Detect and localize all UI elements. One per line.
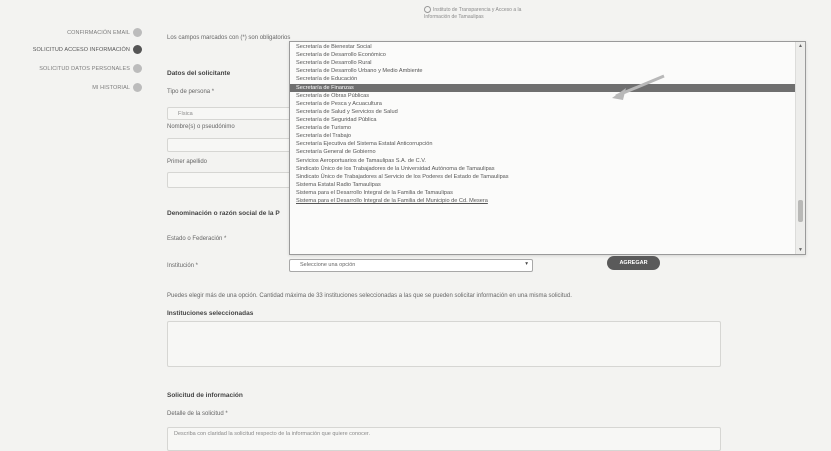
dropdown-option[interactable]: Sistema para el Desarrollo Integral de l… xyxy=(290,189,805,197)
chevron-down-icon: ▾ xyxy=(525,261,528,267)
required-note: Los campos marcados con (*) son obligato… xyxy=(167,35,291,41)
sidebar-item-historial[interactable]: Mi historial xyxy=(92,83,142,92)
dropdown-option[interactable]: Secretaría de Salud y Servicios de Salud xyxy=(290,108,805,116)
detalle-textarea[interactable]: Describa con claridad la solicitud respe… xyxy=(167,427,721,451)
dropdown-option[interactable]: Secretaría de Finanzas xyxy=(290,83,805,92)
nombre-label: Nombre(s) o pseudónimo xyxy=(167,124,235,130)
sidebar-item-solicitud-informacion[interactable]: Solicitud acceso información xyxy=(33,45,142,54)
dropdown-option[interactable]: Secretaría de Turismo xyxy=(290,124,805,132)
instituciones-selected-box[interactable] xyxy=(167,321,721,367)
primer-apellido-label: Primer apellido xyxy=(167,159,208,165)
help-text: Puedes elegir más de una opción. Cantida… xyxy=(167,293,572,299)
sidebar-item-label: Solicitud acceso información xyxy=(32,46,130,53)
scroll-up-icon[interactable]: ▲ xyxy=(796,42,805,50)
dropdown-option[interactable]: Secretaría de Seguridad Pública xyxy=(290,116,805,124)
primer-apellido-input[interactable] xyxy=(167,172,291,188)
instituciones-heading: Instituciones seleccionadas xyxy=(167,310,254,317)
sidebar-item-label: Solicitud datos personales xyxy=(39,65,130,72)
detalle-placeholder: Describa con claridad la solicitud respe… xyxy=(174,431,370,437)
estado-label: Estado o Federación * xyxy=(167,236,227,242)
dropdown-option[interactable]: Secretaría de Bienestar Social xyxy=(290,43,805,51)
institucion-select-value: Seleccione una opción xyxy=(300,262,356,268)
dropdown-option[interactable]: Secretaría de Educación xyxy=(290,75,805,83)
scroll-thumb[interactable] xyxy=(798,200,803,222)
sidebar-item-label: Mi historial xyxy=(92,84,130,91)
solicitante-heading: Datos del solicitante xyxy=(167,70,231,77)
tipo-persona-label: Tipo de persona * xyxy=(167,89,215,95)
arrow-pointer-icon xyxy=(612,74,665,100)
dropdown-option[interactable]: Secretaría de Desarrollo Económico xyxy=(290,51,805,59)
dropdown-option[interactable]: Secretaría de Obras Públicas xyxy=(290,92,805,100)
dropdown-option[interactable]: Sistema Estatal Radio Tamaulipas xyxy=(290,181,805,189)
institucion-label: Institución * xyxy=(167,263,199,269)
envelope-icon xyxy=(133,28,142,37)
tipo-persona-select[interactable]: Física xyxy=(167,107,291,120)
solicitud-heading: Solicitud de información xyxy=(167,392,243,399)
sidebar-item-datos-personales[interactable]: Solicitud datos personales xyxy=(39,64,142,73)
institucion-dropdown-list[interactable]: Secretaría de Bienestar Social Secretaría… xyxy=(289,41,806,255)
institucion-options: Secretaría de Bienestar Social Secretaría… xyxy=(290,42,805,205)
dropdown-option[interactable]: Secretaría del Trabajo xyxy=(290,132,805,140)
detalle-label: Detalle de la solicitud * xyxy=(167,411,228,417)
dropdown-option[interactable]: Secretaría de Pesca y Acuacultura xyxy=(290,100,805,108)
dropdown-option[interactable]: Secretaría de Desarrollo Rural xyxy=(290,59,805,67)
document-icon xyxy=(133,45,142,54)
dropdown-option[interactable]: Sindicato Único de Trabajadores al Servi… xyxy=(290,173,805,181)
scroll-down-icon[interactable]: ▼ xyxy=(796,246,805,254)
dropdown-option[interactable]: Sindicato Único de los Trabajadores de l… xyxy=(290,165,805,173)
razon-social-label: Denominación o razón social de la P xyxy=(167,210,280,217)
agregar-button[interactable]: AGREGAR xyxy=(607,256,660,270)
sidebar-item-label: Confirmación Email xyxy=(67,29,130,36)
history-icon xyxy=(133,83,142,92)
dropdown-option[interactable]: Secretaría Ejecutiva del Sistema Estatal… xyxy=(290,140,805,148)
user-icon xyxy=(133,64,142,73)
dropdown-option[interactable]: Servicios Aeroportuarios de Tamaulipas S… xyxy=(290,157,805,165)
dropdown-option[interactable]: Sistema para el Desarrollo Integral de l… xyxy=(290,197,805,205)
sidebar-item-confirmacion-email[interactable]: Confirmación Email xyxy=(67,28,142,37)
institucion-select[interactable]: Seleccione una opción ▾ xyxy=(289,259,533,272)
dropdown-option[interactable]: Secretaría de Desarrollo Urbano y Medio … xyxy=(290,67,805,75)
dropdown-option[interactable]: Secretaría General de Gobierno xyxy=(290,148,805,156)
tipo-persona-value: Física xyxy=(178,111,193,117)
nombre-input[interactable] xyxy=(167,138,291,152)
dropdown-scrollbar[interactable]: ▲ ▼ xyxy=(795,42,805,254)
